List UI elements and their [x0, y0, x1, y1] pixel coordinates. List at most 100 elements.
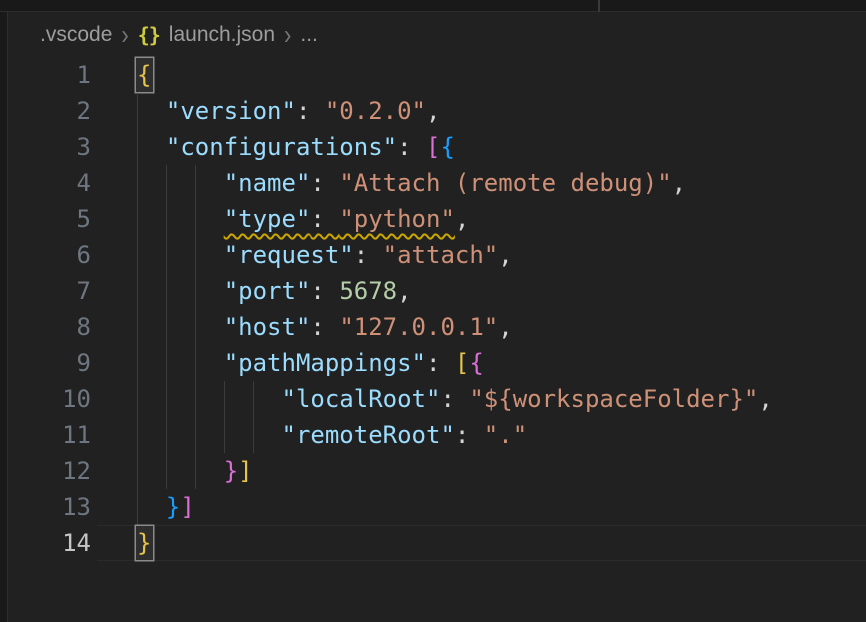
indent-guide — [166, 237, 167, 273]
tab-bar-edge — [0, 0, 866, 12]
indent-guide — [195, 417, 196, 453]
tab-divider — [598, 0, 600, 12]
breadcrumb-symbol[interactable]: ... — [300, 23, 318, 47]
line-number[interactable]: 7 — [9, 273, 91, 309]
token-ws — [137, 97, 166, 125]
code-line[interactable]: 5 "type": "python", — [9, 201, 866, 237]
code-content: "version": "0.2.0", — [91, 93, 866, 129]
code-line[interactable]: 11 "remoteRoot": "." — [9, 417, 866, 453]
indent-guide — [195, 273, 196, 309]
token-pun: : — [440, 385, 469, 413]
code-content: "request": "attach", — [91, 237, 866, 273]
code-content: } — [91, 525, 866, 561]
line-number[interactable]: 4 — [9, 165, 91, 201]
warning-token: : — [310, 205, 339, 233]
code-line[interactable]: 9 "pathMappings": [{ — [9, 345, 866, 381]
code-content: "remoteRoot": "." — [91, 417, 866, 453]
indent-guide — [166, 309, 167, 345]
indent-guide — [137, 129, 138, 165]
code-line[interactable]: 6 "request": "attach", — [9, 237, 866, 273]
line-number[interactable]: 13 — [9, 489, 91, 525]
line-number[interactable]: 14 — [9, 525, 91, 561]
code-content: "localRoot": "${workspaceFolder}", — [91, 381, 866, 417]
indent-guide — [166, 345, 167, 381]
token-ws — [137, 385, 282, 413]
chevron-right-icon: › — [112, 18, 137, 51]
indent-guide — [137, 165, 138, 201]
token-pun: : — [455, 421, 484, 449]
token-key: "name" — [224, 169, 311, 197]
token-pun: , — [498, 241, 512, 269]
code-line[interactable]: 2 "version": "0.2.0", — [9, 93, 866, 129]
code-content: "configurations": [{ — [91, 129, 866, 165]
line-number[interactable]: 9 — [9, 345, 91, 381]
token-ws — [137, 169, 224, 197]
indent-guide — [195, 381, 196, 417]
indent-guide — [195, 453, 196, 489]
code-line[interactable]: 13 }] — [9, 489, 866, 525]
token-str: "attach" — [383, 241, 499, 269]
code-content: }] — [91, 489, 866, 525]
line-number[interactable]: 6 — [9, 237, 91, 273]
indent-guide — [137, 345, 138, 381]
indent-guide — [137, 309, 138, 345]
code-line[interactable]: 4 "name": "Attach (remote debug)", — [9, 165, 866, 201]
code-area: 1{2 "version": "0.2.0",3 "configurations… — [9, 57, 866, 561]
warning-token: "type" — [224, 205, 311, 233]
indent-guide — [166, 165, 167, 201]
token-ws — [137, 205, 224, 233]
bracket-match: } — [136, 526, 153, 560]
token-b2: { — [469, 349, 483, 377]
breadcrumb-file[interactable]: launch.json — [169, 23, 275, 47]
indent-guide — [195, 309, 196, 345]
indent-guide — [137, 417, 138, 453]
code-line[interactable]: 1{ — [9, 57, 866, 93]
indent-guide — [166, 417, 167, 453]
token-str: "." — [484, 421, 527, 449]
token-key: "host" — [224, 313, 311, 341]
line-number[interactable]: 2 — [9, 93, 91, 129]
token-ws — [137, 457, 224, 485]
line-number[interactable]: 8 — [9, 309, 91, 345]
line-number[interactable]: 10 — [9, 381, 91, 417]
token-b3: { — [440, 133, 454, 161]
line-number[interactable]: 1 — [9, 57, 91, 93]
token-str: "${workspaceFolder}" — [469, 385, 758, 413]
token-ws — [137, 313, 224, 341]
indent-guide — [137, 273, 138, 309]
token-b2: } — [224, 457, 238, 485]
indent-guide — [253, 417, 254, 453]
breadcrumb-folder[interactable]: .vscode — [40, 23, 112, 47]
breadcrumb: .vscode › {} launch.json › ... — [9, 12, 866, 57]
code-content: "name": "Attach (remote debug)", — [91, 165, 866, 201]
indent-guide — [137, 453, 138, 489]
line-number[interactable]: 12 — [9, 453, 91, 489]
token-num: 5678 — [339, 277, 397, 305]
indent-guide — [253, 381, 254, 417]
token-str: "Attach (remote debug)" — [339, 169, 671, 197]
token-pun: : — [354, 241, 383, 269]
code-content: "pathMappings": [{ — [91, 345, 866, 381]
code-line[interactable]: 8 "host": "127.0.0.1", — [9, 309, 866, 345]
line-number[interactable]: 5 — [9, 201, 91, 237]
token-ws — [137, 349, 224, 377]
token-ws — [137, 421, 282, 449]
code-line[interactable]: 7 "port": 5678, — [9, 273, 866, 309]
code-line[interactable]: 12 }] — [9, 453, 866, 489]
line-number[interactable]: 11 — [9, 417, 91, 453]
token-ws — [137, 241, 224, 269]
code-line[interactable]: 14} — [9, 525, 866, 561]
indent-guide — [137, 489, 138, 525]
token-key: "configurations" — [166, 133, 397, 161]
token-pun: , — [758, 385, 772, 413]
token-pun: : — [310, 277, 339, 305]
token-pun: , — [498, 313, 512, 341]
token-key: "port" — [224, 277, 311, 305]
code-line[interactable]: 3 "configurations": [{ — [9, 129, 866, 165]
indent-guide — [137, 237, 138, 273]
indent-guide — [195, 345, 196, 381]
token-key: "remoteRoot" — [282, 421, 455, 449]
code-line[interactable]: 10 "localRoot": "${workspaceFolder}", — [9, 381, 866, 417]
line-number[interactable]: 3 — [9, 129, 91, 165]
token-str: "0.2.0" — [325, 97, 426, 125]
